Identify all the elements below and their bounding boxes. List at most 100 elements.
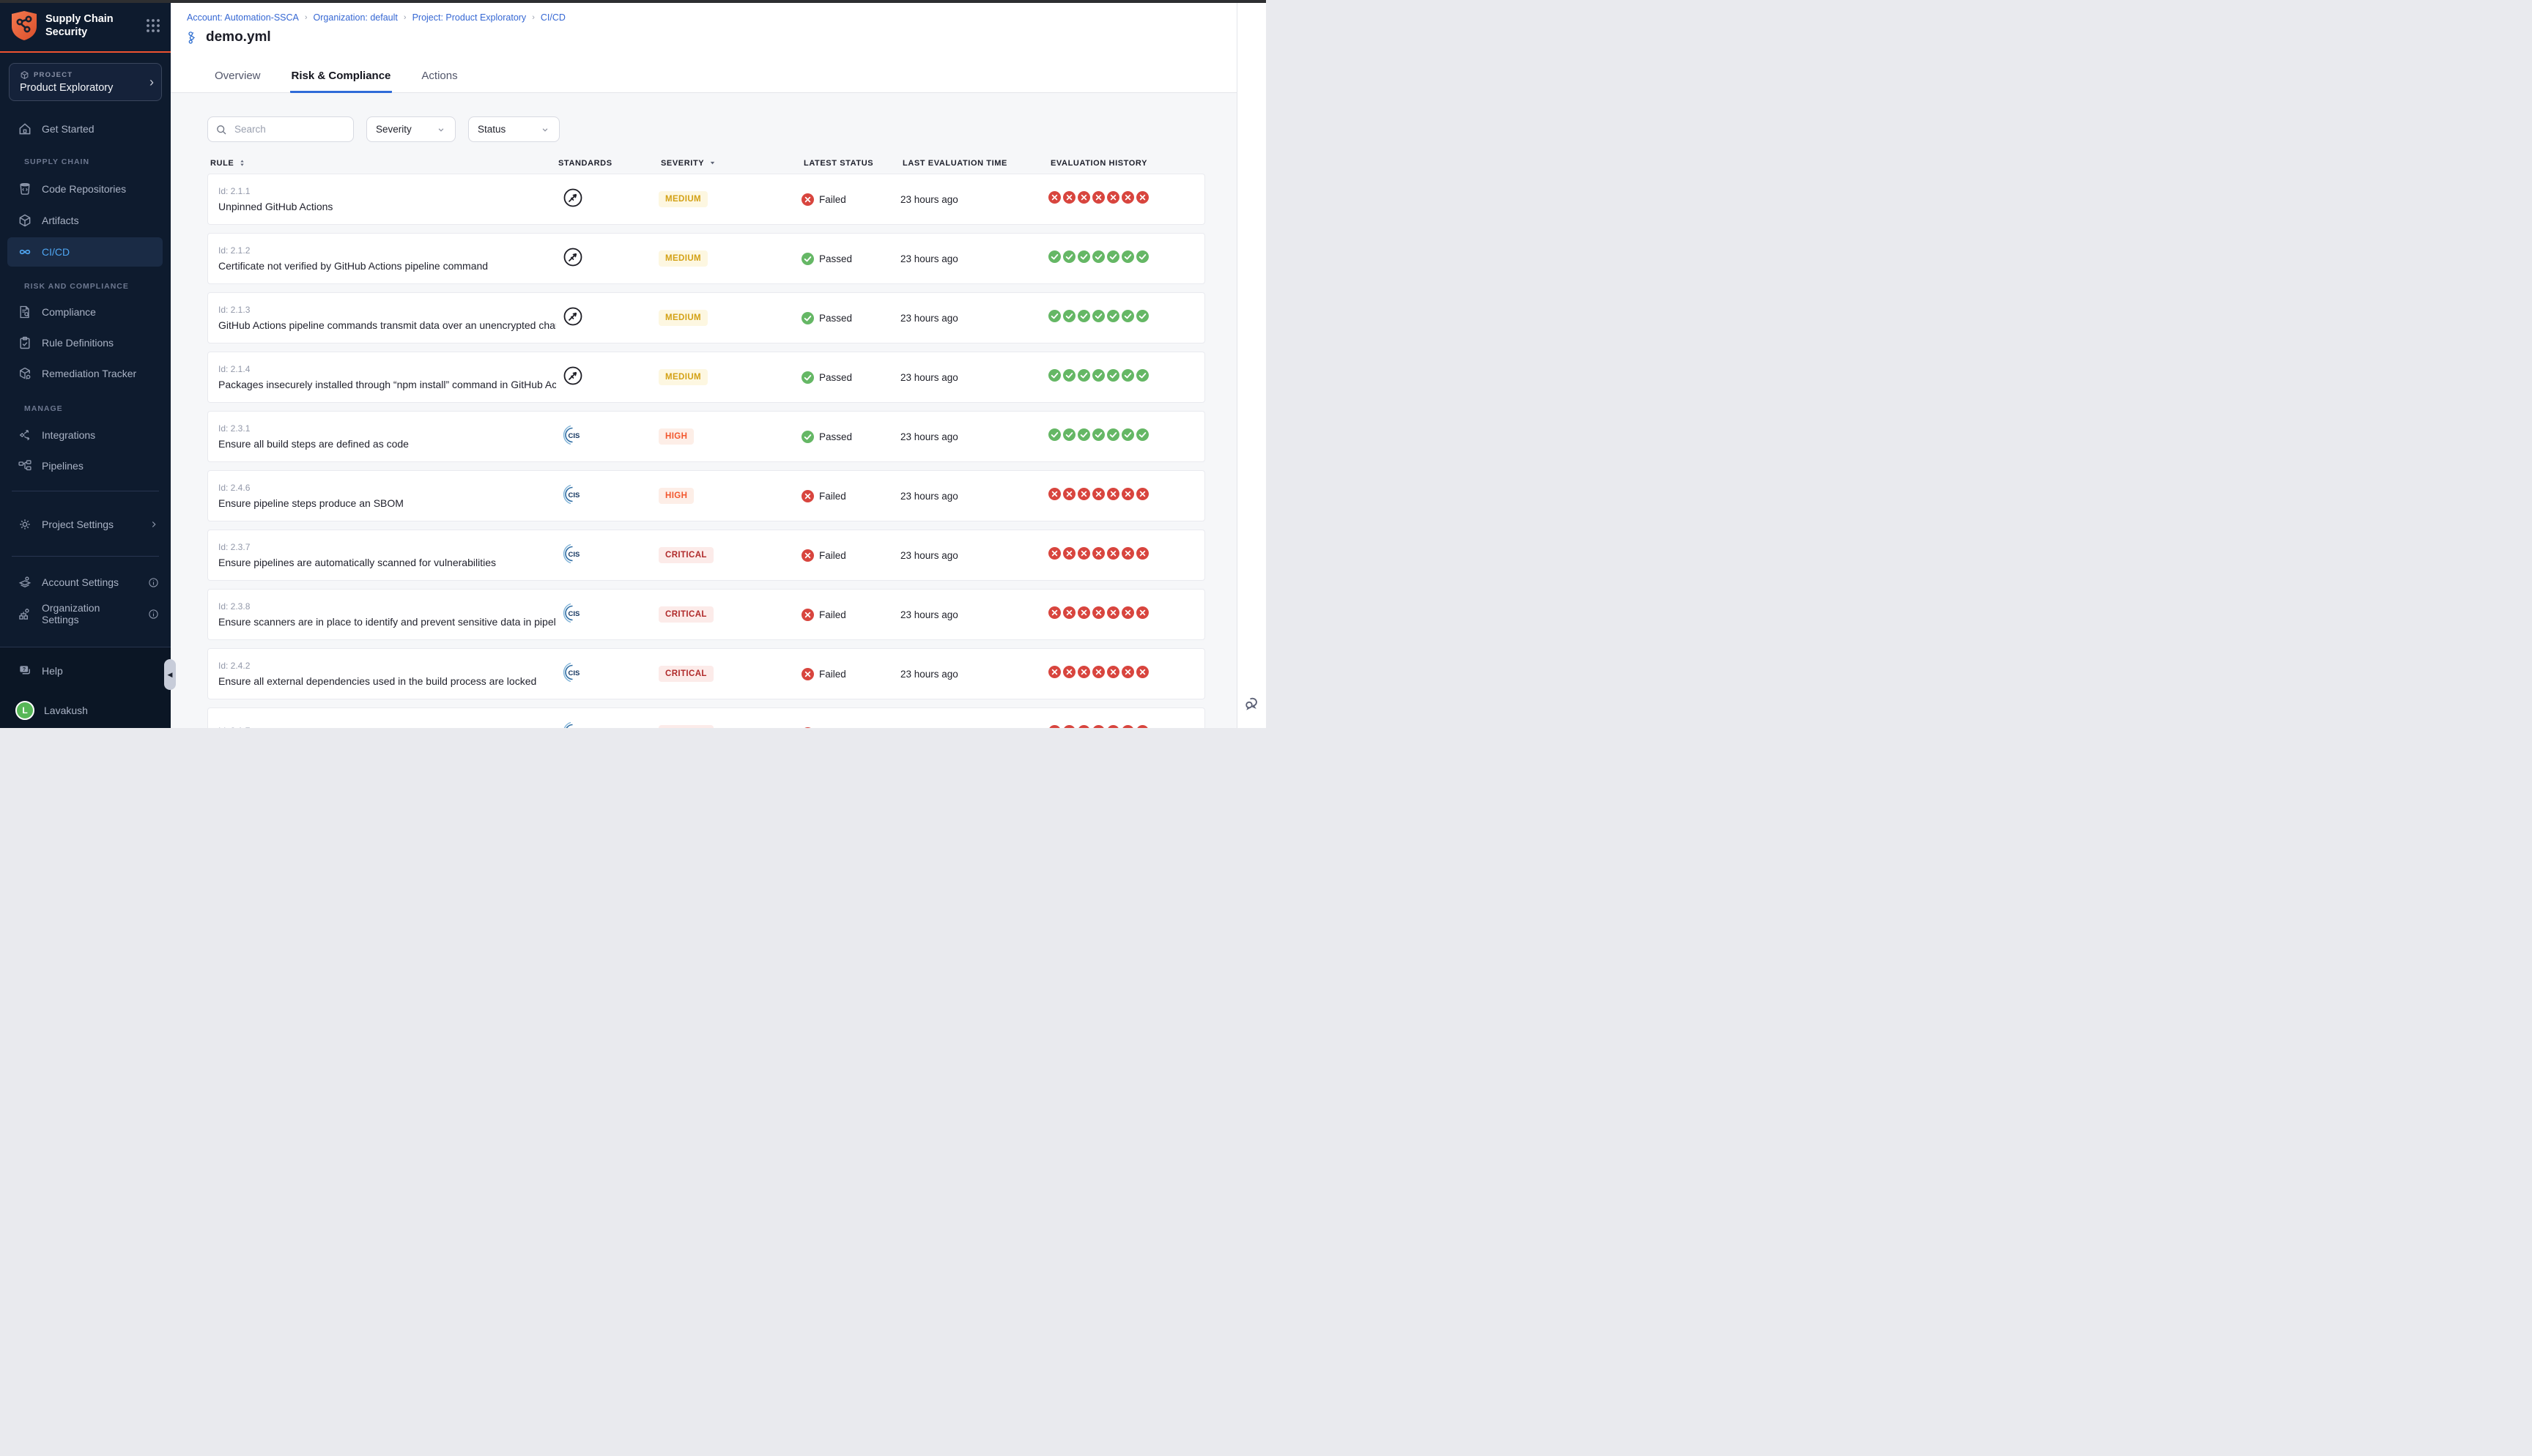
severity-badge: CRITICAL bbox=[659, 606, 714, 623]
table-row[interactable]: Id: 3.1.7CISCRITICALFailed23 hours ago bbox=[207, 707, 1205, 728]
info-icon[interactable] bbox=[148, 577, 159, 588]
breadcrumb-project-link[interactable]: Project: Product Exploratory bbox=[412, 12, 527, 23]
severity-badge: CRITICAL bbox=[659, 547, 714, 563]
sidebar-item-compliance[interactable]: Compliance bbox=[0, 297, 171, 327]
breadcrumb-cicd-link[interactable]: CI/CD bbox=[541, 12, 566, 23]
last-evaluation-time: 23 hours ago bbox=[900, 491, 1048, 502]
latest-status: Failed bbox=[802, 727, 900, 729]
sidebar-collapse-button[interactable]: ◀ bbox=[164, 659, 176, 690]
svg-text:CIS: CIS bbox=[569, 491, 580, 499]
sidebar-item-integrations[interactable]: Integrations bbox=[0, 420, 171, 450]
sidebar-item-user[interactable]: L Lavakush bbox=[0, 696, 171, 725]
severity-badge: CRITICAL bbox=[659, 666, 714, 682]
status-label: Passed bbox=[819, 372, 852, 383]
column-header-last-evaluation-time[interactable]: LAST EVALUATION TIME bbox=[903, 159, 1051, 168]
history-failed-icon bbox=[1048, 488, 1061, 504]
artifact-box-icon bbox=[18, 213, 32, 228]
breadcrumb: Account: Automation-SSCA› Organization: … bbox=[187, 12, 566, 23]
sidebar-item-label: Integrations bbox=[42, 429, 95, 441]
history-failed-icon bbox=[1136, 666, 1149, 682]
column-header-rule[interactable]: RULE bbox=[210, 158, 558, 168]
avatar: L bbox=[15, 701, 34, 720]
table-row[interactable]: Id: 2.3.1 Ensure all build steps are defi… bbox=[207, 411, 1205, 462]
severity-filter-dropdown[interactable]: Severity bbox=[366, 116, 456, 142]
sidebar-item-label: Compliance bbox=[42, 306, 96, 318]
sidebar-item-label: Account Settings bbox=[42, 576, 119, 588]
module-grid-icon[interactable] bbox=[146, 18, 160, 33]
project-selector[interactable]: PROJECT Product Exploratory › bbox=[9, 63, 162, 101]
history-failed-icon bbox=[1136, 547, 1149, 563]
history-passed-icon bbox=[1122, 428, 1134, 445]
svg-text:CIS: CIS bbox=[569, 669, 580, 677]
sidebar-item-get-started[interactable]: Get Started bbox=[0, 114, 171, 144]
history-failed-icon bbox=[1078, 606, 1090, 623]
column-header-severity[interactable]: SEVERITY bbox=[661, 158, 804, 168]
history-failed-icon bbox=[1048, 666, 1061, 682]
history-passed-icon bbox=[1122, 310, 1134, 326]
openssf-standard-icon bbox=[556, 246, 659, 272]
table-row[interactable]: Id: 2.3.8Ensure scanners are in place to… bbox=[207, 589, 1205, 640]
cicd-infinity-icon bbox=[18, 245, 32, 259]
history-failed-icon bbox=[1048, 725, 1061, 728]
history-passed-icon bbox=[1107, 310, 1119, 326]
info-icon[interactable] bbox=[148, 609, 159, 620]
last-evaluation-time: 23 hours ago bbox=[900, 609, 1048, 620]
cis-standard-icon: CIS bbox=[556, 721, 659, 729]
breadcrumb-organization-link[interactable]: Organization: default bbox=[314, 12, 398, 23]
table-row[interactable]: Id: 2.1.1Unpinned GitHub ActionsMEDIUMFa… bbox=[207, 174, 1205, 225]
breadcrumb-account-link[interactable]: Account: Automation-SSCA bbox=[187, 12, 299, 23]
section-label-supply-chain: SUPPLY CHAIN bbox=[24, 157, 89, 166]
sidebar-item-account-settings[interactable]: Account Settings bbox=[0, 568, 171, 597]
sidebar-item-artifacts[interactable]: Artifacts bbox=[0, 206, 171, 235]
support-chat-icon[interactable] bbox=[1243, 694, 1261, 712]
sidebar-item-help[interactable]: ? Help bbox=[0, 656, 171, 686]
sidebar-item-rule-definitions[interactable]: Rule Definitions bbox=[0, 328, 171, 357]
table-row[interactable]: Id: 2.4.2Ensure all external dependencie… bbox=[207, 648, 1205, 699]
table-row[interactable]: Id: 2.1.4Packages insecurely installed t… bbox=[207, 352, 1205, 403]
sidebar-item-project-settings[interactable]: Project Settings bbox=[0, 510, 171, 539]
history-passed-icon bbox=[1063, 250, 1076, 267]
sidebar-item-label: Help bbox=[42, 665, 63, 677]
table-row[interactable]: Id: 2.1.3GitHub Actions pipeline command… bbox=[207, 292, 1205, 343]
history-failed-icon bbox=[1063, 191, 1076, 207]
sidebar-item-remediation-tracker[interactable]: Remediation Tracker bbox=[0, 359, 171, 388]
rule-id: Id: 2.3.1 bbox=[218, 423, 556, 434]
sidebar-divider bbox=[12, 556, 159, 557]
chevron-right-icon bbox=[149, 519, 159, 530]
history-passed-icon bbox=[1092, 369, 1105, 385]
tab-actions[interactable]: Actions bbox=[420, 62, 459, 93]
status-label: Failed bbox=[819, 609, 846, 620]
search-input[interactable] bbox=[233, 123, 346, 135]
table-row[interactable]: Id: 2.4.6Ensure pipeline steps produce a… bbox=[207, 470, 1205, 521]
rule-name: Ensure pipeline steps produce an SBOM bbox=[218, 497, 556, 509]
table-header-row: RULE STANDARDS SEVERITY LATEST STATUS LA… bbox=[207, 152, 1205, 174]
sidebar-item-code-repositories[interactable]: Code Repositories bbox=[0, 174, 171, 204]
history-failed-icon bbox=[1092, 488, 1105, 504]
sidebar-item-pipelines[interactable]: Pipelines bbox=[0, 451, 171, 480]
rules-table: RULE STANDARDS SEVERITY LATEST STATUS LA… bbox=[207, 152, 1205, 728]
history-passed-icon bbox=[1107, 250, 1119, 267]
filter-bar: Severity Status bbox=[207, 116, 1237, 142]
sidebar-item-cicd[interactable]: CI/CD bbox=[7, 237, 163, 267]
cis-standard-icon: CIS bbox=[556, 483, 659, 509]
tab-risk-and-compliance[interactable]: Risk & Compliance bbox=[290, 62, 393, 93]
column-header-latest-status[interactable]: LATEST STATUS bbox=[804, 159, 903, 168]
evaluation-history bbox=[1048, 606, 1204, 623]
rule-name: Ensure all build steps are defined as co… bbox=[218, 438, 556, 450]
latest-status: Failed bbox=[802, 609, 900, 621]
severity-badge: MEDIUM bbox=[659, 191, 708, 207]
table-row[interactable]: Id: 2.1.2Certificate not verified by Git… bbox=[207, 233, 1205, 284]
sidebar-item-organization-settings[interactable]: Organization Settings bbox=[0, 599, 171, 628]
history-failed-icon bbox=[1107, 488, 1119, 504]
history-failed-icon bbox=[1078, 666, 1090, 682]
search-icon bbox=[215, 124, 227, 135]
severity-badge: MEDIUM bbox=[659, 369, 708, 385]
tab-overview[interactable]: Overview bbox=[213, 62, 262, 93]
status-filter-dropdown[interactable]: Status bbox=[468, 116, 560, 142]
evaluation-history bbox=[1048, 428, 1204, 445]
table-row[interactable]: Id: 2.3.7Ensure pipelines are automatica… bbox=[207, 530, 1205, 581]
column-header-standards[interactable]: STANDARDS bbox=[558, 159, 661, 168]
sidebar-item-label: Remediation Tracker bbox=[42, 368, 136, 379]
column-header-evaluation-history[interactable]: EVALUATION HISTORY bbox=[1051, 159, 1205, 168]
pipelines-flow-icon bbox=[18, 458, 32, 473]
